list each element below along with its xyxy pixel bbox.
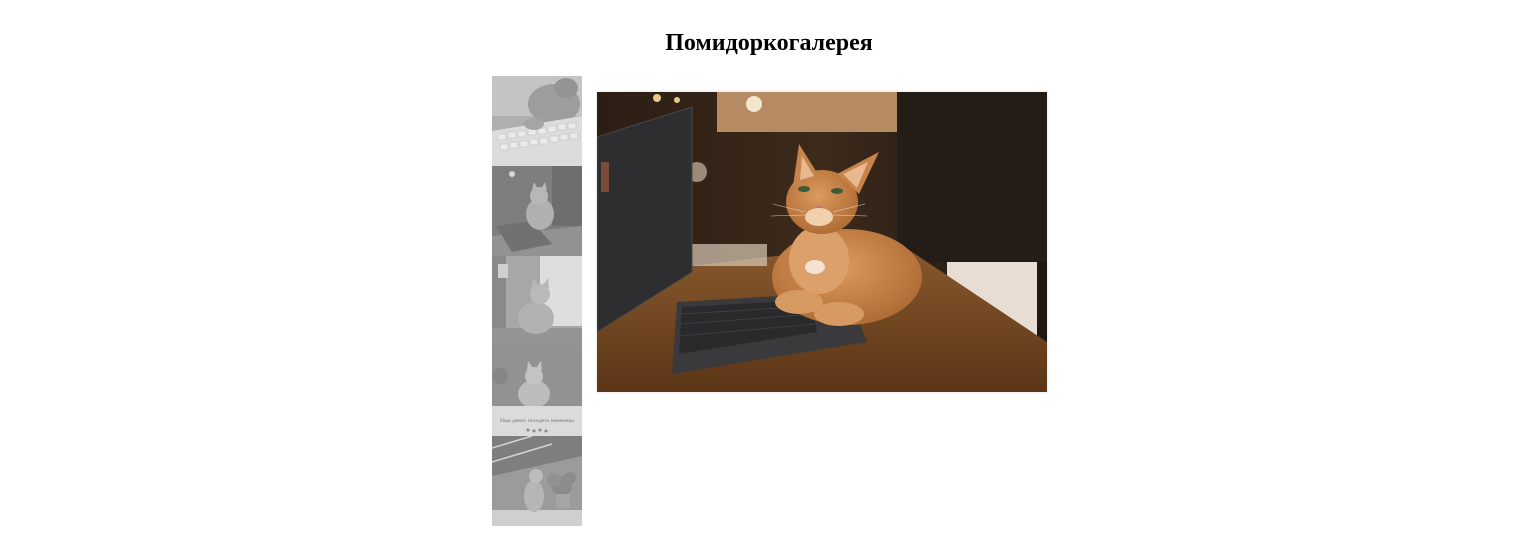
thumbnail-4-image: Наш девиз: посидеть немножко (492, 346, 582, 436)
thumbnail-strip[interactable]: Наш девиз: посидеть немножко (492, 76, 582, 526)
thumbnail-2-image (492, 166, 582, 256)
thumbnail-5[interactable] (492, 436, 582, 526)
thumbnail-3[interactable] (492, 256, 582, 346)
thumbnail-4-caption: Наш девиз: посидеть немножко (500, 418, 574, 424)
thumbnail-1-image (492, 76, 582, 166)
thumbnail-5-image (492, 436, 582, 526)
thumbnail-4[interactable]: Наш девиз: посидеть немножко (492, 346, 582, 436)
page-title: Помидоркогалерея (665, 30, 873, 56)
thumbnail-1[interactable] (492, 76, 582, 166)
main-image (597, 92, 1047, 392)
main-image-cat-laptop (597, 92, 1047, 392)
thumbnail-2[interactable] (492, 166, 582, 256)
thumbnail-3-image (492, 256, 582, 346)
